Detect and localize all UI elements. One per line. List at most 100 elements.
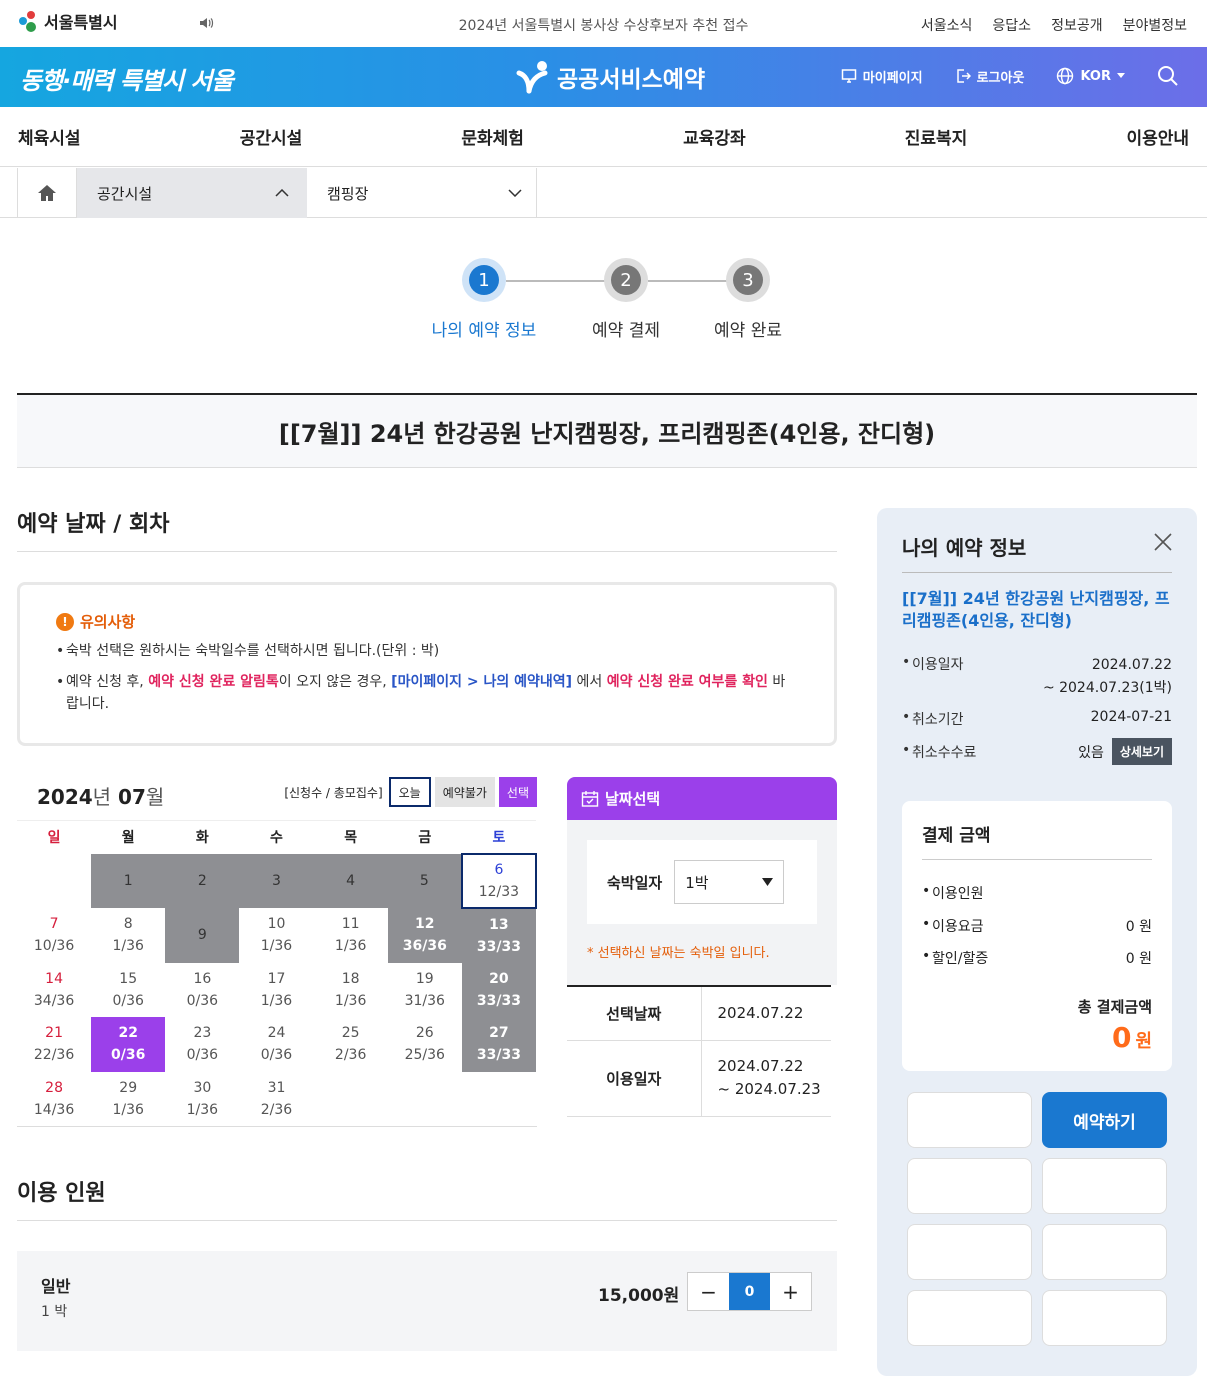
calendar-day[interactable]: 25 2/36 [314, 1017, 388, 1072]
search-button[interactable] [1157, 65, 1179, 87]
blank-button[interactable] [1042, 1224, 1167, 1280]
breadcrumb-subcategory-dropdown[interactable]: 캠핑장 [307, 168, 537, 218]
calendar-day[interactable]: 19 31/36 [388, 963, 462, 1018]
caution-box: ! 유의사항 숙박 선택은 원하시는 숙박일수를 선택하시면 됩니다.(단위 :… [17, 582, 837, 746]
day-count: 0/36 [186, 992, 219, 1009]
breadcrumb-subcategory-label: 캠핑장 [327, 184, 369, 203]
nav-guide[interactable]: 이용안내 [1126, 124, 1189, 149]
stay-label: 숙박일자 [607, 873, 663, 892]
calendar-day[interactable]: 23 0/36 [165, 1017, 239, 1072]
caution-item: 숙박 선택은 원하시는 숙박일수를 선택하시면 됩니다.(단위 : 박) [56, 640, 796, 662]
reserve-button[interactable]: 예약하기 [1042, 1092, 1167, 1148]
step-number: 3 [733, 265, 763, 295]
calendar-day[interactable]: 3 [239, 853, 314, 908]
language-select[interactable]: KOR [1056, 67, 1125, 85]
weekday-thu: 목 [313, 820, 388, 854]
quantity-value[interactable]: 0 [729, 1273, 770, 1310]
calendar-day[interactable]: 2 [165, 853, 240, 908]
link-field-info[interactable]: 분야별정보 [1123, 15, 1187, 35]
increment-button[interactable]: + [770, 1273, 811, 1310]
day-number: 25 [341, 1025, 360, 1042]
nav-education[interactable]: 교육강좌 [683, 124, 746, 149]
section-title-date: 예약 날짜 / 회차 [17, 512, 170, 537]
calendar-day[interactable]: 14 34/36 [17, 963, 91, 1018]
day-count: 2/36 [334, 1047, 367, 1064]
day-count: 1/36 [112, 1101, 144, 1118]
divider [17, 1220, 837, 1221]
calendar-day[interactable]: 13 33/33 [461, 908, 536, 963]
stay-warning: * 선택하신 날짜는 숙박일 입니다. [587, 946, 770, 961]
home-button[interactable] [17, 168, 77, 218]
calendar-day[interactable]: 22 0/36 [91, 1017, 166, 1072]
calendar-day[interactable]: 18 1/36 [314, 963, 388, 1018]
breadcrumb-category-dropdown[interactable]: 공간시설 [77, 168, 307, 218]
day-number: 8 [123, 916, 133, 933]
service-logo-text: 공공서비스예약 [557, 67, 706, 93]
blank-button[interactable] [907, 1158, 1032, 1214]
calendar-day[interactable]: 6 12/33 [460, 852, 538, 909]
calendar-day[interactable]: 31 2/36 [239, 1072, 313, 1127]
day-count: 33/33 [476, 1047, 521, 1064]
blank-button[interactable] [907, 1224, 1032, 1280]
day-number: 23 [193, 1025, 212, 1042]
calendar-day[interactable]: 20 33/33 [461, 962, 536, 1017]
divider [17, 1126, 537, 1127]
day-number: 9 [197, 927, 207, 944]
calendar-day[interactable]: 16 0/36 [165, 963, 239, 1018]
calendar-day[interactable]: 8 1/36 [91, 908, 165, 963]
detail-button[interactable]: 상세보기 [1111, 738, 1172, 765]
weekday-sat: 토 [461, 820, 536, 854]
nav-culture[interactable]: 문화체험 [461, 124, 524, 149]
calendar-day[interactable]: 11 1/36 [314, 908, 388, 963]
calendar-day[interactable]: 12 36/36 [387, 908, 462, 963]
blank-button[interactable] [1042, 1290, 1167, 1346]
step-label: 예약 결제 [592, 321, 660, 341]
service-logo[interactable]: 공공서비스예약 [515, 59, 705, 95]
calendar-day[interactable]: 1 [91, 853, 166, 908]
blank-button[interactable] [907, 1092, 1032, 1148]
calendar-day[interactable]: 4 [313, 853, 388, 908]
calendar-day[interactable]: 5 [387, 853, 462, 908]
calendar-check-icon [581, 790, 599, 807]
nav-space[interactable]: 공간시설 [240, 124, 303, 149]
close-button[interactable] [1153, 532, 1173, 552]
seoul-slogan: 동행·매력 특별시 서울 [20, 67, 234, 95]
mypage-link[interactable]: 마이페이지 [841, 67, 923, 86]
day-number: 4 [346, 872, 356, 889]
calendar-day[interactable]: 7 10/36 [17, 908, 91, 963]
day-count: 1/36 [260, 992, 293, 1009]
calendar-day[interactable]: 29 1/36 [91, 1072, 165, 1127]
day-count: 0/36 [111, 1047, 146, 1064]
calendar-day[interactable]: 24 0/36 [239, 1017, 313, 1072]
panel-title: 나의 예약 정보 [902, 536, 1027, 560]
calendar-day[interactable]: 21 22/36 [17, 1017, 91, 1072]
stay-nights-select[interactable]: 1박 [674, 860, 785, 904]
link-info-open[interactable]: 정보공개 [1051, 15, 1103, 35]
day-count: 25/36 [404, 1047, 445, 1064]
calendar-day[interactable]: 17 1/36 [239, 963, 313, 1018]
blank-button[interactable] [907, 1290, 1032, 1346]
link-seoul-news[interactable]: 서울소식 [921, 15, 973, 35]
calendar-day[interactable]: 9 [165, 908, 240, 963]
calendar-day[interactable]: 27 33/33 [461, 1017, 536, 1072]
calendar-day[interactable]: 15 0/36 [91, 963, 165, 1018]
calendar-day[interactable]: 10 1/36 [239, 908, 313, 963]
calendar-day[interactable]: 30 1/36 [165, 1072, 239, 1127]
link-eungdapso[interactable]: 응답소 [992, 15, 1031, 35]
panel-cancel-period: 취소기간 2024-07-21 [902, 709, 1172, 729]
breadcrumb-category-label: 공간시설 [97, 184, 153, 203]
day-number: 17 [267, 970, 286, 987]
blank-button[interactable] [1042, 1158, 1167, 1214]
calendar-day[interactable]: 26 25/36 [388, 1017, 462, 1072]
nav-sports[interactable]: 체육시설 [18, 124, 81, 149]
calendar-day[interactable]: 28 14/36 [17, 1072, 91, 1127]
nav-medical[interactable]: 진료복지 [905, 124, 968, 149]
day-count: 0/36 [260, 1047, 293, 1064]
utility-bar: 서울특별시 2024년 서울특별시 봉사상 수상후보자 추천 접수 서울소식 응… [0, 0, 1207, 47]
decrement-button[interactable]: − [688, 1273, 729, 1310]
facility-title: [[7월]] 24년 한강공원 난지캠핑장, 프리캠핑존(4인용, 잔디형) [17, 393, 1197, 468]
site-header: 동행·매력 특별시 서울 공공서비스예약 마이페이지 로그아웃 KOR [0, 47, 1207, 107]
day-number: 29 [119, 1079, 138, 1096]
logout-link[interactable]: 로그아웃 [955, 67, 1024, 86]
my-reservation-panel: 나의 예약 정보 [[7월]] 24년 한강공원 난지캠핑장, 프리캠핑존(4인… [877, 508, 1197, 1376]
